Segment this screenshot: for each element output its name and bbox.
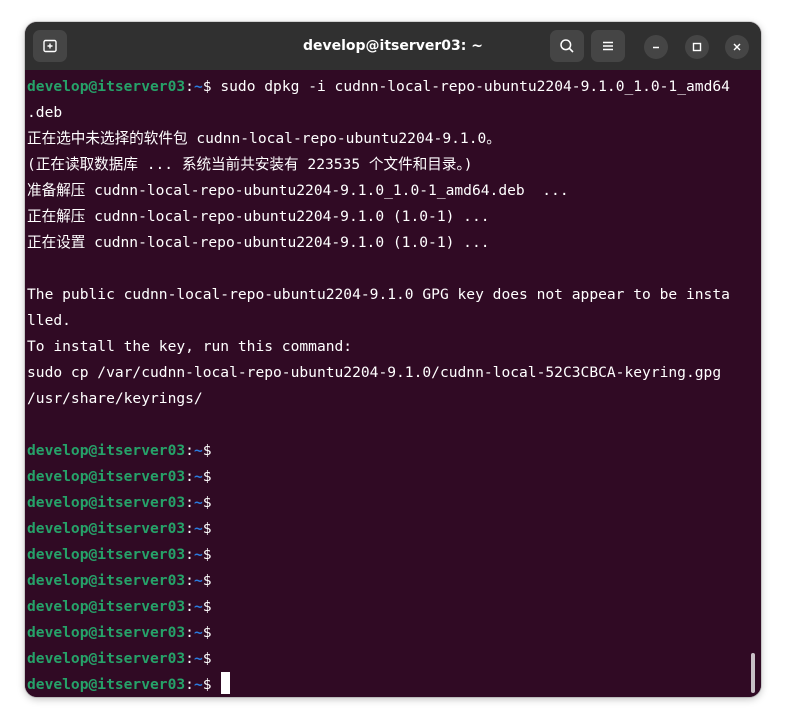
- terminal-window: develop@itserver03: ~ develop@itserver03…: [25, 22, 761, 697]
- command-text: sudo dpkg -i cudnn-local-repo-ubuntu2204…: [211, 78, 730, 95]
- prompt-separator: :: [185, 494, 194, 511]
- search-icon: [560, 39, 574, 53]
- close-button[interactable]: [725, 35, 749, 59]
- output-line: /usr/share/keyrings/: [27, 390, 203, 407]
- output-line: 正在选中未选择的软件包 cudnn-local-repo-ubuntu2204-…: [27, 130, 501, 147]
- prompt-line: develop@itserver03:~$: [27, 620, 212, 646]
- prompt-separator: :: [185, 572, 194, 589]
- prompt-symbol: $: [202, 572, 212, 589]
- prompt-line: develop@itserver03:~$: [27, 516, 212, 542]
- prompt-separator: :: [185, 442, 194, 459]
- prompt-symbol: $: [202, 494, 212, 511]
- prompt-line: develop@itserver03:~$: [27, 542, 212, 568]
- new-tab-icon: [43, 39, 57, 53]
- prompt-path: ~: [193, 78, 203, 95]
- text-cursor: [212, 676, 221, 693]
- prompt-user-host: develop@itserver03: [27, 572, 186, 589]
- output-line: 正在解压 cudnn-local-repo-ubuntu2204-9.1.0 (…: [27, 208, 490, 225]
- hamburger-menu-icon: [603, 41, 613, 51]
- prompt-user-host: develop@itserver03: [27, 494, 186, 511]
- prompt-user-host: develop@itserver03: [27, 442, 186, 459]
- prompt-path: ~: [193, 650, 203, 667]
- prompt-path: ~: [193, 598, 203, 615]
- output-line: (正在读取数据库 ... 系统当前共安装有 223535 个文件和目录。): [27, 156, 473, 173]
- prompt-user-host: develop@itserver03: [27, 624, 186, 641]
- minimize-icon: [653, 46, 659, 49]
- prompt-user-host: develop@itserver03: [27, 676, 186, 693]
- prompt-line: develop@itserver03:~$: [27, 594, 212, 620]
- prompt-symbol: $: [202, 598, 212, 615]
- prompt-symbol: $: [202, 520, 212, 537]
- prompt-symbol: $: [202, 676, 212, 693]
- active-prompt-line[interactable]: develop@itserver03:~$: [27, 672, 231, 697]
- prompt-symbol: $: [202, 78, 212, 95]
- prompt-user-host: develop@itserver03: [27, 598, 186, 615]
- prompt-path: ~: [193, 520, 203, 537]
- prompt-symbol: $: [202, 442, 212, 459]
- maximize-button[interactable]: [685, 35, 709, 59]
- prompt-symbol: $: [202, 650, 212, 667]
- prompt-user-host: develop@itserver03: [27, 468, 186, 485]
- prompt-separator: :: [185, 78, 194, 95]
- output-line: 正在设置 cudnn-local-repo-ubuntu2204-9.1.0 (…: [27, 234, 490, 251]
- output-line: sudo cp /var/cudnn-local-repo-ubuntu2204…: [27, 364, 722, 381]
- prompt-symbol: $: [202, 624, 212, 641]
- minimize-button[interactable]: [644, 35, 668, 59]
- block-cursor: [221, 672, 231, 694]
- prompt-separator: :: [185, 598, 194, 615]
- prompt-separator: :: [185, 520, 194, 537]
- prompt-path: ~: [193, 468, 203, 485]
- output-line: 准备解压 cudnn-local-repo-ubuntu2204-9.1.0_1…: [27, 182, 569, 199]
- prompt-line: develop@itserver03:~$: [27, 464, 212, 490]
- prompt-path: ~: [193, 676, 203, 693]
- prompt-symbol: $: [202, 546, 212, 563]
- prompt-user-host: develop@itserver03: [27, 650, 186, 667]
- scrollbar-thumb[interactable]: [751, 653, 755, 693]
- prompt-line: develop@itserver03:~$: [27, 568, 212, 594]
- prompt-path: ~: [193, 546, 203, 563]
- prompt-user-host: develop@itserver03: [27, 520, 186, 537]
- close-icon: [733, 43, 741, 51]
- prompt-user-host: develop@itserver03: [27, 78, 186, 95]
- output-line: lled.: [27, 312, 71, 329]
- prompt-path: ~: [193, 494, 203, 511]
- prompt-separator: :: [185, 624, 194, 641]
- prompt-path: ~: [193, 572, 203, 589]
- prompt-separator: :: [185, 546, 194, 563]
- maximize-icon: [692, 42, 702, 52]
- prompt-line: develop@itserver03:~$: [27, 490, 212, 516]
- prompt-path: ~: [193, 442, 203, 459]
- prompt-separator: :: [185, 650, 194, 667]
- terminal-output-area[interactable]: develop@itserver03:~$ sudo dpkg -i cudnn…: [25, 70, 761, 697]
- new-tab-button[interactable]: [33, 30, 67, 62]
- search-button[interactable]: [550, 30, 584, 62]
- output-line: .deb: [27, 104, 63, 121]
- prompt-symbol: $: [202, 468, 212, 485]
- output-line: To install the key, run this command:: [27, 338, 353, 355]
- prompt-path: ~: [193, 624, 203, 641]
- prompt-user-host: develop@itserver03: [27, 546, 186, 563]
- command-line: develop@itserver03:~$ sudo dpkg -i cudnn…: [27, 74, 730, 100]
- title-bar[interactable]: develop@itserver03: ~: [25, 22, 761, 70]
- menu-button[interactable]: [591, 30, 625, 62]
- prompt-separator: :: [185, 676, 194, 693]
- prompt-line: develop@itserver03:~$: [27, 438, 212, 464]
- prompt-separator: :: [185, 468, 194, 485]
- output-line: The public cudnn-local-repo-ubuntu2204-9…: [27, 286, 730, 303]
- prompt-line: develop@itserver03:~$: [27, 646, 212, 672]
